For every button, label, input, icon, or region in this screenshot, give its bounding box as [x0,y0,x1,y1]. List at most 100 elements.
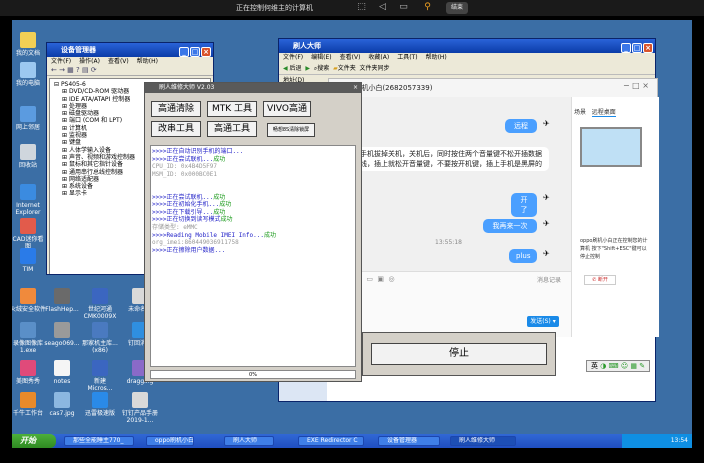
log-line: >>>>正在擦除用户数据... [152,246,226,254]
expand-icon[interactable]: ⊞ [62,88,69,95]
expand-icon[interactable]: ⊞ [62,169,69,176]
desktop-icon[interactable]: TIM [12,248,46,273]
expand-icon[interactable]: ⊞ [62,117,69,124]
ime-label: 英 [591,362,598,370]
image-icon[interactable]: ▣ [377,275,384,283]
expand-icon[interactable]: ⊞ [62,176,69,183]
desktop-icon[interactable]: 迅雷极速版 [82,392,118,417]
taskbar-item[interactable]: oppo刷机小白 [146,436,194,446]
desktop-icon[interactable]: FlashHep... [44,288,80,313]
end-control-button[interactable]: 结束 [446,2,468,14]
menu-favorites[interactable]: 收藏(A) [368,54,389,61]
expand-icon[interactable]: ⊞ [62,190,69,197]
pin-icon[interactable]: ⚲ [422,2,433,13]
menu-help[interactable]: 帮助(H) [137,58,158,65]
expand-icon[interactable]: ⊟ [54,81,61,88]
back-arrow-icon[interactable]: ◀ [283,65,288,72]
menu-file[interactable]: 文件(F) [51,58,71,65]
desktop-icon[interactable]: cas7.jpg [44,392,80,417]
stop-button[interactable]: 停止 [371,343,547,365]
mtk-tool-button[interactable]: MTK 工具 [207,101,257,117]
expand-icon[interactable]: ⊞ [62,154,69,161]
forward-arrow-icon[interactable]: ▶ [305,65,310,72]
desktop-icon[interactable]: CAD迷你看图 [12,218,46,250]
sound-icon[interactable]: ◁ [377,2,388,13]
ime-toolbar[interactable]: 英 ◑ ⌨ ☺ ▦ ✎ [586,360,650,372]
screenshot-icon[interactable]: ⬚ [356,2,367,13]
desktop-icon[interactable]: 火绒安全软件 [12,288,46,313]
menu-edit[interactable]: 编辑(E) [311,54,331,61]
desktop-icon[interactable]: 回收站 [12,144,46,169]
desktop-icon-label: 我的文档 [15,50,40,57]
voice-icon[interactable]: ◎ [389,275,395,283]
chat-window-controls[interactable]: − □ × [623,81,649,90]
expand-icon[interactable]: ⊞ [62,139,69,146]
menu-action[interactable]: 操作(A) [79,58,100,65]
desktop-icon[interactable]: 钉钉产品手册2019-1... [122,392,158,424]
expand-icon[interactable]: ⊞ [62,161,69,168]
desktop-icon[interactable]: 美图秀秀 [12,360,46,385]
maximize-button[interactable]: □ [632,43,642,53]
desktop-icon[interactable]: Internet Explorer [12,184,46,216]
close-button[interactable]: × [643,43,653,53]
taskbar-item[interactable]: 刷人大师 [224,436,274,446]
expand-icon[interactable]: ⊞ [62,96,69,103]
vivo-qualcomm-button[interactable]: VIVO高通 [263,101,311,117]
change-serial-button[interactable]: 改串工具 [151,121,201,137]
tab-remote-desktop[interactable]: 远程桌面 [591,109,616,117]
tree-item-label: 鼠标和其它指针设备 [68,161,123,169]
desktop-icon[interactable]: seago069... [44,322,80,347]
expand-icon[interactable]: ⊞ [62,125,69,132]
remote-desktop: 我的文档我的电脑网上邻居回收站 Internet Explorer CAD迷你看图 T… [12,20,692,434]
message-timestamp: 13:55:18 [435,239,462,246]
minimize-button[interactable]: _ [179,47,189,57]
menu-tools[interactable]: 工具(T) [397,54,417,61]
folder-sync-button[interactable]: 文件夹同步 [360,65,390,72]
taskbar-item[interactable]: 刷人维修大师 [450,436,516,446]
start-button[interactable]: 开始 [12,434,56,448]
expand-icon[interactable]: ⊞ [62,147,69,154]
desktop-icon[interactable]: 网上邻居 [12,106,46,131]
qualcomm-clear-button[interactable]: 高通清除 [151,101,201,117]
close-icon[interactable]: × [353,83,358,93]
close-button[interactable]: × [201,47,211,57]
desktop-icon[interactable]: 我的电脑 [12,62,46,87]
expand-icon[interactable]: ⊞ [62,103,69,110]
taskbar-item[interactable]: 那些全能睡主770_ [64,436,134,446]
input-area[interactable]: A ☺ ✂ ▭ ▣ ◎ 消息记录 发送(S) ▾ [329,271,571,337]
send-label: 发送(S) [530,318,551,325]
window-icon[interactable]: ▭ [398,2,409,13]
unlock-screen-button[interactable]: 畅想8S清除锁屏 [267,123,315,137]
disconnect-button[interactable]: ✆ 断开 [584,275,616,285]
search-button[interactable]: 搜索 [317,65,329,72]
message-history-link[interactable]: 消息记录 [537,275,561,284]
log-line: CPU_ID: 0x4B4D5F97 [152,163,218,171]
desktop-icon[interactable]: 录像图像库1.exe [12,322,46,354]
desktop-icon-image [132,392,148,408]
desktop-icon[interactable]: 新建 Micros... [82,360,118,392]
tree-item-label: 声音、视频和游戏控制器 [68,153,135,161]
desktop-icon[interactable]: 那家机主库...(x86) [82,322,118,354]
tree-item-label: PS405-6 [60,81,86,88]
desktop-icon[interactable]: 千牛工作台 [12,392,46,417]
tab-scene[interactable]: 场景 [574,109,586,116]
menu-view[interactable]: 查看(V) [108,58,129,65]
taskbar-item[interactable]: 设备管理器 [378,436,440,446]
taskbar-item[interactable]: EXE Redirector C [298,436,364,446]
back-button[interactable]: 后退 [290,65,302,72]
desktop-icon[interactable]: 我的文档 [12,32,46,57]
desktop-icon-image [20,288,36,304]
menu-file[interactable]: 文件(F) [283,54,303,61]
maximize-button[interactable]: □ [190,47,200,57]
desktop-icon-image [20,248,36,264]
desktop-icon[interactable]: notes [44,360,80,385]
qualcomm-tool-button[interactable]: 高通工具 [207,121,257,137]
folder-button[interactable]: 文件夹 [338,65,356,72]
menu-help[interactable]: 帮助(H) [426,54,447,61]
minimize-button[interactable]: _ [621,43,631,53]
desktop-icon[interactable]: 世纪河通CMK0009X [82,288,118,320]
file-icon[interactable]: ▭ [366,275,373,283]
send-button[interactable]: 发送(S) ▾ [527,316,559,327]
menu-view[interactable]: 查看(V) [340,54,361,61]
